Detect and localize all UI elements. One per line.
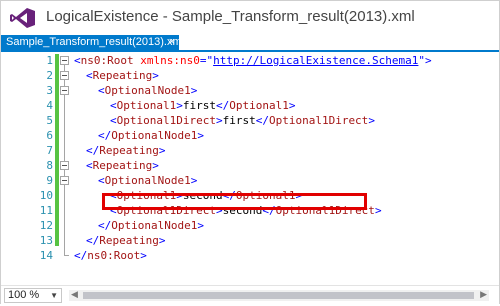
xml-token: > [368, 114, 375, 127]
line-number: 7 [46, 144, 53, 157]
xml-token: </ [86, 144, 100, 157]
xml-token: > [197, 129, 204, 142]
xml-token: xmlns:ns0 [133, 54, 200, 67]
xml-tag-name: OptionalNode1 [104, 84, 191, 97]
xml-token: </ [86, 234, 100, 247]
code-line[interactable]: <ns0:Root xmlns:ns0="http://LogicalExist… [74, 53, 432, 68]
code-line[interactable]: <Repeating> [86, 158, 159, 173]
collapse-icon[interactable] [60, 56, 69, 65]
xml-token: > [152, 159, 159, 172]
xml-tag-name: ns0:Root [80, 54, 134, 67]
xml-token: > [288, 99, 296, 112]
code-line[interactable]: <Repeating> [86, 68, 159, 83]
xml-token: > [374, 204, 382, 217]
xml-token: < [74, 54, 81, 67]
editor-window: LogicalExistence - Sample_Transform_resu… [0, 0, 500, 306]
outline-guide-end [64, 255, 69, 256]
collapse-icon[interactable] [60, 161, 69, 170]
change-tracking-bar [55, 54, 59, 246]
collapse-icon[interactable] [60, 71, 69, 80]
xml-tag-name: Optional1 [229, 99, 289, 112]
code-line[interactable]: <OptionalNode1> [98, 83, 197, 98]
line-number: 9 [46, 174, 53, 187]
xml-token: < [98, 174, 105, 187]
document-tab-strip: Sample_Transform_result(2013).xml × [1, 35, 499, 52]
xml-token: < [110, 114, 117, 127]
xml-tag-name: Repeating [99, 234, 159, 247]
scrollbar-thumb[interactable] [83, 292, 474, 299]
code-line[interactable]: </Repeating> [86, 143, 165, 158]
xml-token: </ [255, 114, 269, 127]
xml-tag-name: OptionalNode1 [111, 129, 198, 142]
xml-token: > [215, 114, 223, 127]
xml-tag-name: Repeating [92, 69, 153, 82]
zoom-dropdown[interactable]: 100 % ▼ [4, 288, 62, 303]
xml-tag-name: Optional1 [116, 99, 177, 112]
line-number: 3 [46, 84, 53, 97]
line-number: 6 [46, 129, 53, 142]
xml-text: first [182, 99, 216, 112]
close-icon[interactable]: × [169, 35, 175, 50]
namespace-link[interactable]: http://LogicalExistence.Schema1 [213, 54, 418, 67]
code-editor[interactable]: 1 2 3 4 5 6 7 8 9 10 11 12 13 14 <ns0:Root xmlns:ns0=… [1, 52, 499, 284]
xml-tag-name: ns0:Root [87, 249, 141, 262]
xml-tag-name: Optional1Direct [268, 114, 369, 127]
xml-token: > [158, 234, 166, 247]
line-number: 10 [39, 189, 53, 202]
xml-token: > [158, 144, 166, 157]
visual-studio-logo-icon [10, 8, 35, 28]
xml-token: > [190, 174, 198, 187]
xml-token: > [197, 219, 204, 232]
window-title: LogicalExistence - Sample_Transform_resu… [46, 8, 415, 25]
scroll-left-icon[interactable]: ◀ [71, 289, 78, 300]
line-number: 12 [39, 219, 53, 232]
xml-token: </ [215, 99, 230, 112]
xml-token: </ [98, 129, 112, 142]
xml-token: > [152, 69, 159, 82]
line-number: 4 [46, 99, 53, 112]
xml-token: < [110, 99, 117, 112]
highlight-annotation-box [102, 193, 367, 210]
document-tab[interactable]: Sample_Transform_result(2013).xml × [1, 35, 184, 50]
code-line[interactable]: <OptionalNode1> [98, 173, 197, 188]
line-number: 1 [46, 54, 53, 67]
document-tab-label: Sample_Transform_result(2013).xml [6, 36, 185, 48]
line-number: 8 [46, 159, 53, 172]
xml-token: </ [74, 249, 88, 262]
collapse-icon[interactable] [60, 176, 69, 185]
xml-tag-name: OptionalNode1 [104, 174, 191, 187]
xml-text: first [222, 114, 256, 127]
code-line[interactable]: <Optional1>first</Optional1> [110, 98, 295, 113]
editor-bottom-bar: 100 % ▼ ◀ ▶ [1, 285, 499, 306]
chevron-down-icon: ▼ [50, 291, 58, 300]
title-bar: LogicalExistence - Sample_Transform_resu… [1, 1, 499, 35]
line-number: 13 [39, 234, 53, 247]
xml-token: > [140, 249, 147, 262]
collapse-icon[interactable] [60, 86, 69, 95]
line-number: 2 [46, 69, 53, 82]
xml-token: < [86, 159, 93, 172]
xml-tag-name: Repeating [99, 144, 159, 157]
scroll-right-icon[interactable]: ▶ [480, 289, 487, 300]
code-line[interactable]: <Optional1Direct>first</Optional1Direct> [110, 113, 375, 128]
xml-tag-name: OptionalNode1 [111, 219, 198, 232]
xml-token: > [190, 84, 198, 97]
xml-token: </ [98, 219, 112, 232]
xml-token: > [176, 99, 183, 112]
zoom-value: 100 % [8, 289, 40, 301]
xml-tag-name: Optional1Direct [116, 114, 216, 127]
code-line[interactable]: </OptionalNode1> [98, 128, 204, 143]
code-line[interactable]: </Repeating> [86, 233, 165, 248]
code-line[interactable]: </OptionalNode1> [98, 218, 204, 233]
xml-token: < [98, 84, 105, 97]
horizontal-scrollbar[interactable]: ◀ ▶ [69, 289, 489, 301]
line-number: 5 [46, 114, 53, 127]
xml-tag-name: Repeating [92, 159, 153, 172]
xml-token: > [425, 54, 432, 67]
xml-token: < [86, 69, 93, 82]
line-number: 14 [39, 249, 53, 262]
line-number: 11 [39, 204, 53, 217]
line-number-gutter: 1 2 3 4 5 6 7 8 9 10 11 12 13 14 [1, 52, 53, 284]
code-line[interactable]: </ns0:Root> [74, 248, 147, 263]
